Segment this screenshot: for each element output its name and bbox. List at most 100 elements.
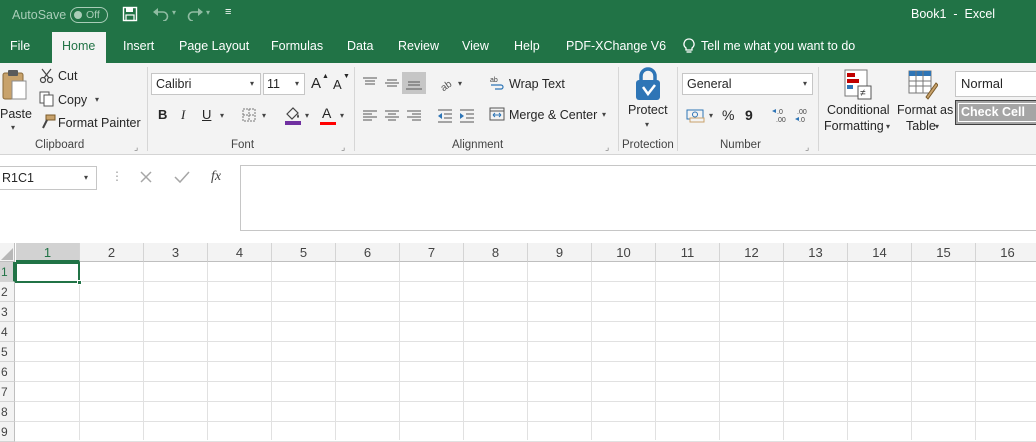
cell-style-check-cell[interactable]: Check Cell — [955, 100, 1036, 125]
increase-font-size-icon[interactable]: A — [311, 75, 321, 92]
borders-dropdown-icon[interactable]: ▾ — [262, 111, 266, 120]
fill-handle[interactable] — [77, 280, 82, 285]
orientation-icon[interactable]: ab — [439, 75, 457, 94]
save-icon[interactable] — [122, 6, 138, 25]
redo-dropdown-icon[interactable]: ▾ — [206, 8, 210, 17]
column-header[interactable]: 5 — [272, 243, 336, 262]
bold-button[interactable]: B — [158, 107, 167, 122]
name-box[interactable]: R1C1 ▾ — [0, 166, 97, 190]
paste-button[interactable]: Paste ▾ — [0, 67, 32, 133]
row-header[interactable]: 5 — [0, 342, 15, 362]
row-header[interactable]: 6 — [0, 362, 15, 382]
clipboard-launcher-icon[interactable]: ⌟ — [134, 142, 138, 153]
tab-formulas[interactable]: Formulas — [271, 39, 323, 53]
fill-color-icon[interactable] — [284, 105, 302, 128]
column-header[interactable]: 10 — [592, 243, 656, 262]
cancel-entry-icon[interactable] — [139, 170, 153, 187]
fill-color-dropdown-icon[interactable]: ▾ — [305, 111, 309, 120]
column-gridline — [207, 262, 208, 440]
column-header[interactable]: 8 — [464, 243, 528, 262]
tab-pdf-xchange[interactable]: PDF-XChange V6 — [566, 39, 666, 53]
active-cell[interactable] — [15, 262, 80, 283]
comma-style-button[interactable]: 9 — [745, 107, 753, 123]
format-as-table-button[interactable]: Format as Table ▾ — [896, 67, 953, 135]
merge-center-button[interactable]: Merge & Center ▾ — [489, 106, 614, 124]
tab-review[interactable]: Review — [398, 39, 439, 53]
align-bottom-icon[interactable] — [402, 72, 426, 94]
row-header[interactable]: 9 — [0, 422, 15, 442]
align-left-icon[interactable] — [362, 109, 378, 126]
percent-style-button[interactable]: % — [722, 107, 734, 123]
autosave-toggle[interactable]: Off — [70, 7, 108, 23]
column-header[interactable]: 3 — [144, 243, 208, 262]
row-header[interactable]: 1 — [0, 262, 15, 282]
font-name-select[interactable]: Calibri ▾ — [151, 73, 261, 95]
underline-dropdown-icon[interactable]: ▾ — [220, 111, 224, 120]
tab-help[interactable]: Help — [514, 39, 540, 53]
column-header[interactable]: 13 — [784, 243, 848, 262]
tell-me-search[interactable]: Tell me what you want to do — [701, 39, 855, 53]
font-color-button[interactable]: A — [320, 105, 336, 125]
wrap-text-button[interactable]: ab Wrap Text — [489, 75, 569, 93]
undo-dropdown-icon[interactable]: ▾ — [172, 8, 176, 17]
tab-view[interactable]: View — [462, 39, 489, 53]
tab-insert[interactable]: Insert — [123, 39, 154, 53]
number-format-select[interactable]: General ▾ — [682, 73, 813, 95]
column-header[interactable]: 16 — [976, 243, 1036, 262]
column-header[interactable]: 7 — [400, 243, 464, 262]
copy-button[interactable]: Copy ▾ — [39, 91, 105, 109]
alignment-launcher-icon[interactable]: ⌟ — [605, 142, 609, 153]
select-all-corner[interactable] — [0, 243, 15, 262]
accounting-format-icon[interactable] — [686, 107, 706, 126]
column-header[interactable]: 4 — [208, 243, 272, 262]
cell-style-normal[interactable]: Normal — [955, 71, 1036, 97]
tab-home[interactable]: Home — [52, 32, 106, 63]
row-header[interactable]: 3 — [0, 302, 15, 322]
enter-entry-icon[interactable] — [174, 170, 190, 187]
protect-button[interactable]: Protect ▾ — [624, 67, 672, 135]
align-right-icon[interactable] — [406, 109, 422, 126]
row-header[interactable]: 2 — [0, 282, 15, 302]
insert-function-icon[interactable]: fx — [211, 169, 221, 185]
decrease-decimal-icon[interactable]: .00.0 — [794, 106, 812, 127]
borders-icon[interactable] — [242, 108, 256, 125]
decrease-font-size-icon[interactable]: A — [333, 77, 342, 92]
column-header[interactable]: 2 — [80, 243, 144, 262]
column-header[interactable]: 1 — [16, 243, 80, 262]
font-launcher-icon[interactable]: ⌟ — [341, 142, 345, 153]
number-launcher-icon[interactable]: ⌟ — [805, 142, 809, 153]
column-header[interactable]: 12 — [720, 243, 784, 262]
italic-button[interactable]: I — [181, 107, 185, 123]
customize-quick-access-icon[interactable]: ≡ — [225, 6, 231, 18]
align-top-icon[interactable] — [362, 76, 378, 93]
font-color-swatch — [320, 122, 336, 125]
align-middle-icon[interactable] — [384, 76, 400, 93]
orientation-dropdown-icon[interactable]: ▾ — [458, 79, 462, 88]
column-header[interactable]: 11 — [656, 243, 720, 262]
undo-icon[interactable] — [152, 7, 170, 24]
increase-indent-icon[interactable] — [459, 109, 475, 126]
format-painter-button[interactable]: Format Painter — [39, 114, 141, 132]
column-header[interactable]: 14 — [848, 243, 912, 262]
tab-file[interactable]: File — [10, 39, 30, 53]
worksheet-grid[interactable]: 1 2 3 4 5 6 7 8 9 10 11 12 13 14 15 16 123456789 — [0, 243, 1036, 442]
tab-page-layout[interactable]: Page Layout — [179, 39, 249, 53]
conditional-formatting-button[interactable]: ≠ Conditional Formatting ▾ — [823, 67, 893, 135]
font-size-select[interactable]: 11 ▾ — [263, 73, 305, 95]
underline-button[interactable]: U — [202, 107, 211, 122]
font-color-dropdown-icon[interactable]: ▾ — [340, 111, 344, 120]
column-header[interactable]: 6 — [336, 243, 400, 262]
row-header[interactable]: 7 — [0, 382, 15, 402]
column-header[interactable]: 15 — [912, 243, 976, 262]
redo-icon[interactable] — [186, 7, 204, 24]
align-center-icon[interactable] — [384, 109, 400, 126]
cut-button[interactable]: Cut — [39, 68, 89, 86]
row-header[interactable]: 4 — [0, 322, 15, 342]
accounting-dropdown-icon[interactable]: ▾ — [709, 111, 713, 120]
formula-input[interactable] — [240, 165, 1036, 231]
increase-decimal-icon[interactable]: .0.00 — [771, 106, 789, 127]
row-header[interactable]: 8 — [0, 402, 15, 422]
tab-data[interactable]: Data — [347, 39, 373, 53]
column-header[interactable]: 9 — [528, 243, 592, 262]
decrease-indent-icon[interactable] — [437, 109, 453, 126]
